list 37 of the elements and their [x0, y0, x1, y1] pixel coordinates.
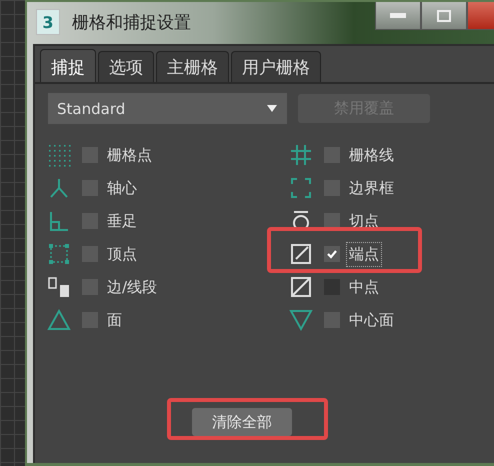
snap-label: 栅格点: [106, 144, 153, 166]
window-title: 栅格和捕捉设置: [72, 12, 191, 34]
minimize-icon: [390, 12, 406, 18]
maximize-button[interactable]: [421, 2, 467, 30]
tab[interactable]: 用户栅格: [231, 51, 321, 82]
snap-label: 轴心: [106, 178, 138, 198]
perpendicular-icon: [47, 209, 71, 233]
close-button[interactable]: [467, 2, 494, 30]
edge-icon: [47, 275, 71, 299]
snap-label: 中点: [348, 276, 380, 298]
snap-label: 顶点: [106, 244, 138, 264]
snap-label: 面: [106, 310, 123, 330]
triangle-icon: [47, 308, 71, 332]
snap-label: 栅格线: [348, 144, 395, 166]
app-icon: 3: [36, 9, 60, 35]
inverted-triangle-icon: [289, 308, 313, 332]
grid-points-icon: [47, 143, 71, 167]
tab[interactable]: 选项: [98, 51, 154, 82]
tab[interactable]: 主栅格: [156, 51, 229, 82]
preset-dropdown[interactable]: Standard: [48, 93, 287, 124]
endpoint-icon: [289, 242, 313, 266]
tab[interactable]: 捕捉: [40, 49, 96, 82]
checkbox[interactable]: [324, 246, 340, 262]
midpoint-icon: [289, 275, 313, 299]
minimize-button[interactable]: [375, 2, 421, 30]
snap-label: 垂足: [106, 210, 138, 232]
snap-label: 边/线段: [106, 276, 158, 298]
maximize-icon: [437, 10, 451, 22]
snap-label: 端点: [347, 242, 381, 266]
vertex-icon: [47, 242, 71, 266]
checkmark-icon: [326, 248, 338, 260]
snap-label: 边界框: [348, 178, 395, 198]
grid-lines-icon: [289, 143, 313, 167]
dropdown-arrow-icon: [267, 105, 277, 112]
clear-all-button[interactable]: 清除全部: [192, 408, 292, 436]
snap-label: 中心面: [348, 310, 395, 330]
bounding-box-icon: [289, 176, 313, 200]
